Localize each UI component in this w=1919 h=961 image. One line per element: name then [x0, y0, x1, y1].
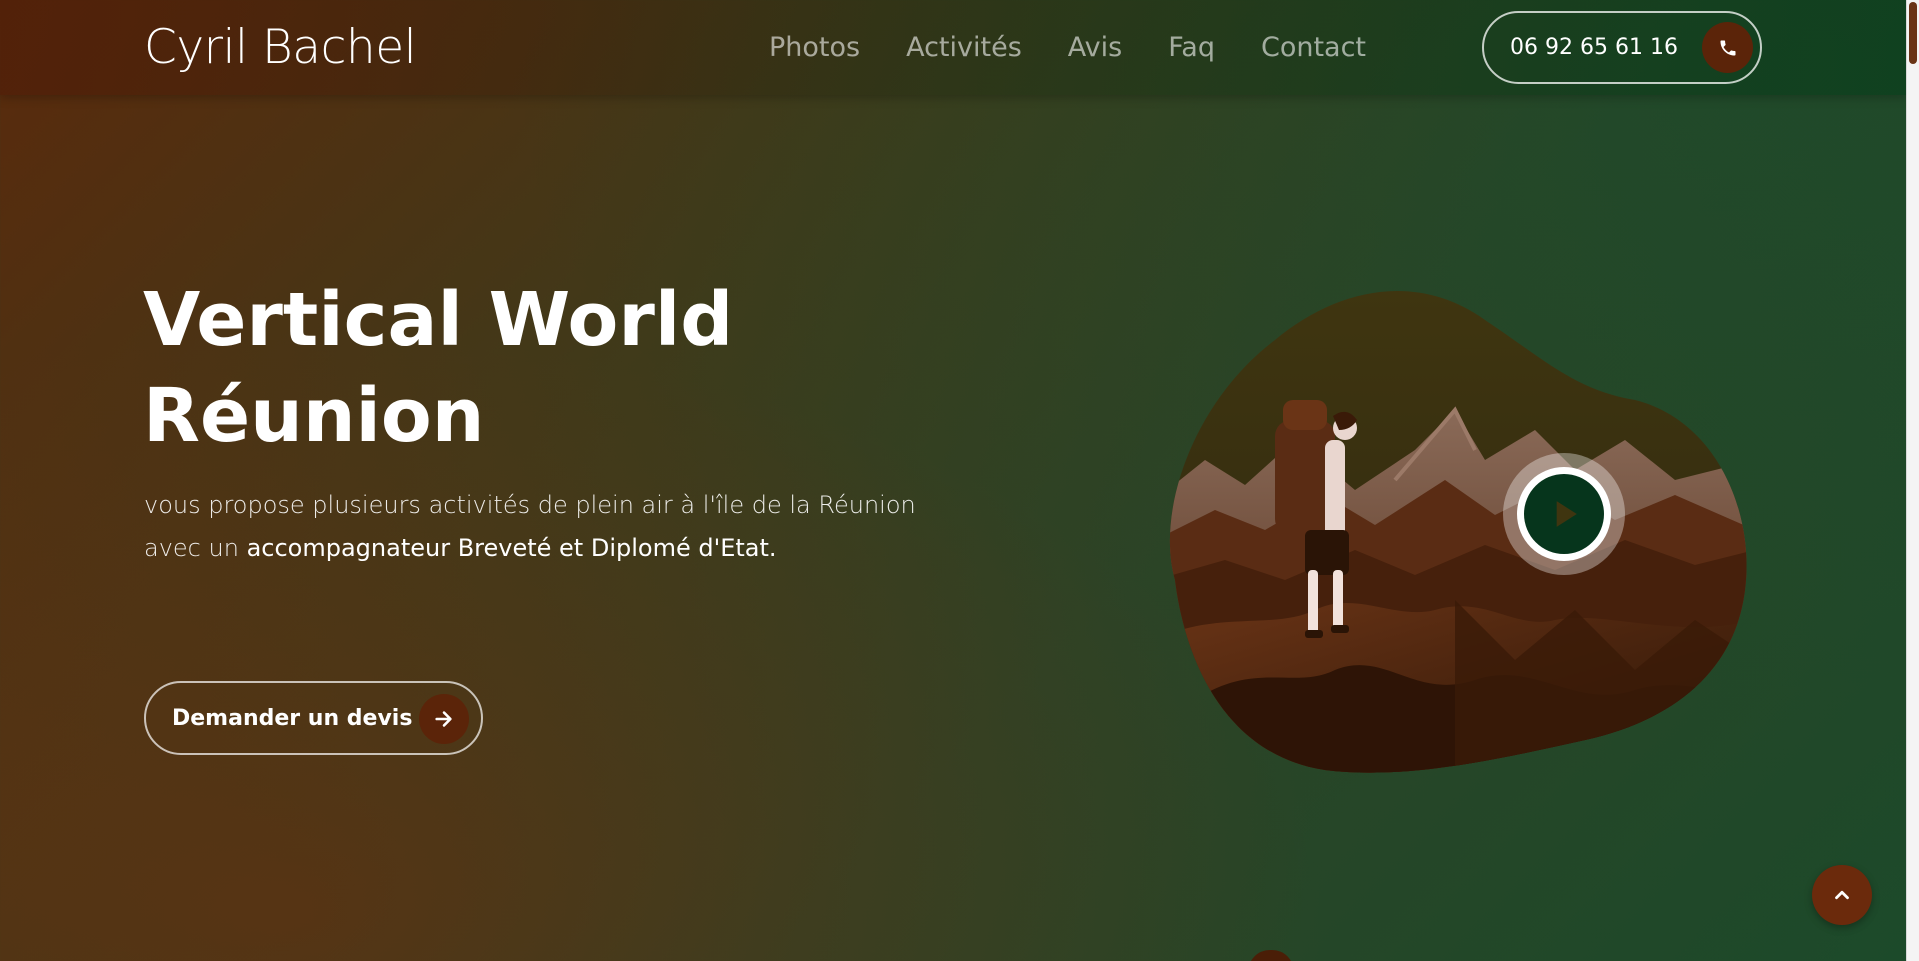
hero-description-highlight: accompagnateur Breveté et Diplomé d'Etat… [246, 534, 777, 562]
hero-description: vous propose plusieurs activités de plei… [144, 484, 934, 570]
arrow-right-icon [419, 694, 469, 744]
hero-title-line1: Vertical World [143, 277, 734, 363]
nav-link-photos[interactable]: Photos [769, 30, 860, 66]
request-quote-label: Demander un devis [172, 705, 413, 731]
phone-icon [1702, 22, 1753, 73]
request-quote-button[interactable]: Demander un devis [144, 681, 483, 755]
scrollbar-thumb[interactable] [1909, 2, 1917, 64]
main-nav: Photos Activités Avis Faq Contact [769, 30, 1366, 66]
hiker-on-mountain-illustration [1169, 291, 1747, 773]
nav-link-activites[interactable]: Activités [906, 30, 1022, 66]
play-video-button[interactable] [1503, 453, 1625, 575]
site-logo[interactable]: Cyril Bachel [144, 18, 417, 78]
page-scrollbar[interactable] [1906, 0, 1919, 961]
play-button-ring [1517, 467, 1611, 561]
play-icon [1524, 474, 1604, 554]
nav-link-avis[interactable]: Avis [1068, 30, 1122, 66]
phone-button[interactable]: 06 92 65 61 16 [1482, 11, 1762, 84]
nav-link-contact[interactable]: Contact [1261, 30, 1366, 66]
nav-link-faq[interactable]: Faq [1168, 30, 1215, 66]
next-section-peek [1248, 950, 1294, 961]
hero-title-line2: Réunion [143, 373, 485, 459]
phone-number: 06 92 65 61 16 [1510, 35, 1678, 60]
back-to-top-button[interactable] [1812, 865, 1872, 925]
site-header: Cyril Bachel Photos Activités Avis Faq C… [0, 0, 1907, 95]
chevron-up-icon [1835, 890, 1849, 900]
hero-title: Vertical World Réunion [143, 272, 863, 464]
